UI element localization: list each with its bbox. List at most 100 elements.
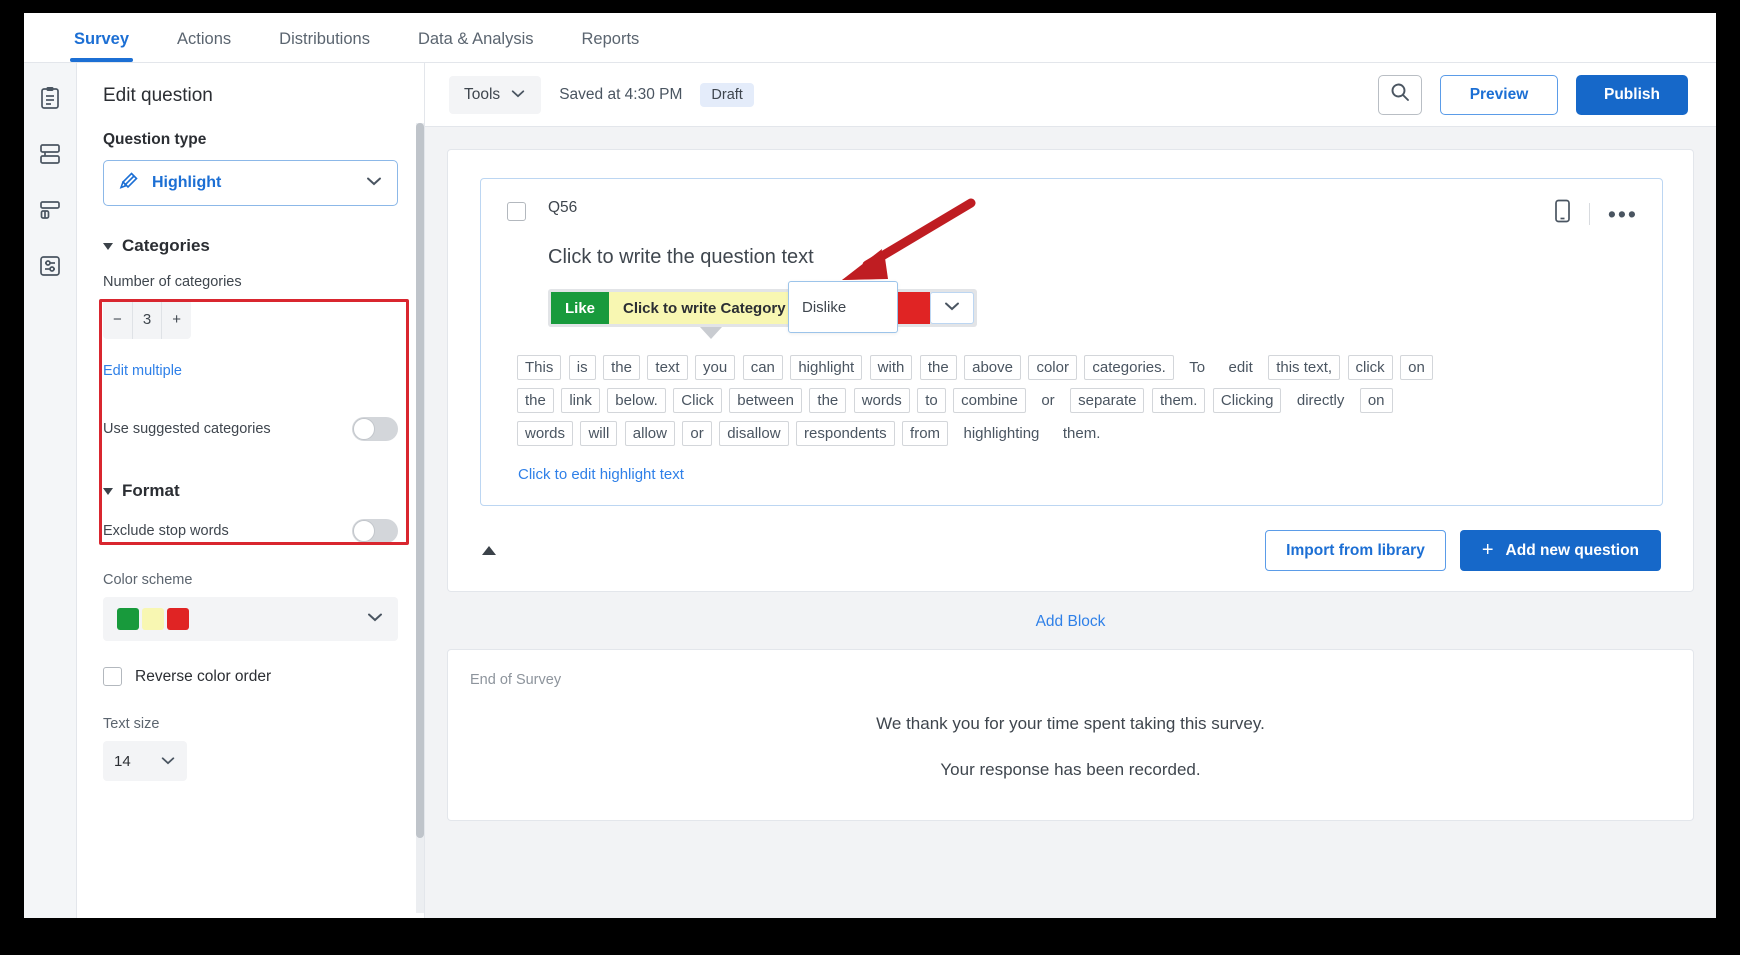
- question-select-checkbox[interactable]: [507, 202, 526, 221]
- top-navigation: Survey Actions Distributions Data & Anal…: [24, 13, 1716, 63]
- question-card[interactable]: Q56 •••: [480, 178, 1663, 506]
- highlight-word[interactable]: highlight: [790, 355, 862, 380]
- category-chip-2[interactable]: Click to write Category 2: [609, 292, 812, 324]
- highlight-word[interactable]: can: [743, 355, 783, 380]
- panel-scrollbar[interactable]: [416, 123, 424, 913]
- clipboard-icon: [39, 86, 61, 115]
- highlight-word[interactable]: the: [809, 388, 846, 413]
- publish-button[interactable]: Publish: [1576, 75, 1688, 115]
- category-name-input[interactable]: Dislike: [788, 281, 898, 333]
- question-type-select[interactable]: Highlight: [103, 160, 398, 206]
- highlight-word[interactable]: Clicking: [1213, 388, 1282, 413]
- highlight-word[interactable]: the: [920, 355, 957, 380]
- nav-tab-reports[interactable]: Reports: [558, 30, 664, 62]
- highlight-word[interactable]: click: [1348, 355, 1393, 380]
- highlight-word-unboxed: directly: [1289, 388, 1353, 413]
- reverse-color-order-row[interactable]: Reverse color order: [103, 667, 398, 686]
- category-chip-2-label: Click to write Category 2: [623, 300, 798, 317]
- options-icon: [39, 255, 61, 282]
- highlight-word[interactable]: This: [517, 355, 561, 380]
- highlight-word[interactable]: on: [1400, 355, 1433, 380]
- highlight-word[interactable]: Click: [673, 388, 722, 413]
- highlight-word[interactable]: from: [902, 421, 948, 446]
- left-icon-rail: [24, 63, 77, 918]
- highlight-word[interactable]: with: [870, 355, 913, 380]
- nav-tab-survey[interactable]: Survey: [50, 30, 153, 62]
- increment-button[interactable]: +: [162, 299, 191, 339]
- collapse-block-caret-icon[interactable]: [482, 546, 496, 555]
- add-new-question-button[interactable]: + Add new question: [1460, 530, 1661, 571]
- categories-section-header[interactable]: Categories: [103, 236, 398, 256]
- highlight-word[interactable]: respondents: [796, 421, 895, 446]
- categories-count-value[interactable]: 3: [133, 299, 162, 339]
- question-type-value: Highlight: [152, 174, 353, 192]
- highlight-word[interactable]: allow: [625, 421, 675, 446]
- highlight-word[interactable]: is: [569, 355, 596, 380]
- exclude-stop-words-label: Exclude stop words: [103, 523, 229, 539]
- highlight-word[interactable]: words: [854, 388, 910, 413]
- status-badge: Draft: [700, 83, 753, 107]
- reverse-color-order-checkbox[interactable]: [103, 667, 122, 686]
- highlight-word[interactable]: you: [695, 355, 735, 380]
- add-block-row: Add Block: [425, 592, 1716, 649]
- decrement-button[interactable]: −: [103, 299, 132, 339]
- highlight-word[interactable]: text: [647, 355, 687, 380]
- import-from-library-button[interactable]: Import from library: [1265, 530, 1446, 571]
- highlight-word[interactable]: categories.: [1084, 355, 1173, 380]
- mobile-preview-icon[interactable]: [1554, 199, 1571, 228]
- highlight-word[interactable]: separate: [1070, 388, 1144, 413]
- builder-toolbar: Tools Saved at 4:30 PM Draft Preview: [425, 63, 1716, 127]
- highlight-word[interactable]: will: [580, 421, 617, 446]
- highlight-word[interactable]: words: [517, 421, 573, 446]
- nav-tab-data-analysis[interactable]: Data & Analysis: [394, 30, 558, 62]
- edit-multiple-link[interactable]: Edit multiple: [103, 363, 398, 379]
- nav-tab-distributions[interactable]: Distributions: [255, 30, 394, 62]
- highlight-word[interactable]: or: [682, 421, 711, 446]
- search-button[interactable]: [1378, 75, 1422, 115]
- text-size-select[interactable]: 14: [103, 741, 187, 781]
- highlight-word[interactable]: on: [1360, 388, 1393, 413]
- preview-button[interactable]: Preview: [1440, 75, 1558, 115]
- saved-status: Saved at 4:30 PM: [559, 86, 682, 104]
- rail-item-look-and-feel[interactable]: [33, 195, 67, 229]
- add-block-link[interactable]: Add Block: [1036, 613, 1106, 630]
- color-scheme-select[interactable]: [103, 597, 398, 641]
- highlight-word[interactable]: this text,: [1268, 355, 1340, 380]
- highlight-word[interactable]: color: [1028, 355, 1077, 380]
- highlight-word[interactable]: the: [517, 388, 554, 413]
- exclude-stop-words-toggle[interactable]: [352, 519, 398, 543]
- highlight-word[interactable]: link: [561, 388, 600, 413]
- number-of-categories-stepper[interactable]: − 3 +: [103, 299, 191, 339]
- more-options-icon[interactable]: •••: [1608, 208, 1638, 220]
- format-section-header[interactable]: Format: [103, 481, 398, 501]
- highlight-word[interactable]: them.: [1152, 388, 1206, 413]
- highlight-word[interactable]: to: [917, 388, 946, 413]
- search-icon: [1389, 81, 1411, 108]
- text-size-label: Text size: [103, 716, 398, 732]
- text-size-value: 14: [114, 753, 131, 770]
- rail-item-survey-builder[interactable]: [33, 83, 67, 117]
- app-body: Edit question Question type Highlight: [24, 63, 1716, 918]
- highlight-word-unboxed: or: [1033, 388, 1062, 413]
- import-from-library-label: Import from library: [1286, 542, 1425, 560]
- block-footer-buttons: Import from library + Add new question: [1265, 530, 1661, 571]
- question-text[interactable]: Click to write the question text: [548, 246, 1638, 269]
- publish-button-label: Publish: [1604, 86, 1660, 104]
- tools-button[interactable]: Tools: [449, 76, 541, 114]
- panel-scrollbar-thumb[interactable]: [416, 123, 424, 838]
- highlight-word[interactable]: the: [603, 355, 640, 380]
- highlight-word[interactable]: below.: [607, 388, 666, 413]
- nav-tab-actions[interactable]: Actions: [153, 30, 255, 62]
- rail-item-survey-flow[interactable]: [33, 139, 67, 173]
- highlight-word[interactable]: disallow: [719, 421, 788, 446]
- edit-highlight-text-link[interactable]: Click to edit highlight text: [518, 466, 1638, 483]
- category-dropdown-button[interactable]: [930, 292, 974, 324]
- rail-item-survey-options[interactable]: [33, 251, 67, 285]
- category-name-input-value: Dislike: [802, 299, 846, 316]
- number-of-categories-label: Number of categories: [103, 274, 398, 290]
- category-chip-1[interactable]: Like: [551, 292, 609, 324]
- highlight-word[interactable]: combine: [953, 388, 1026, 413]
- use-suggested-categories-toggle[interactable]: [352, 417, 398, 441]
- highlight-word[interactable]: above: [964, 355, 1021, 380]
- highlight-word[interactable]: between: [729, 388, 802, 413]
